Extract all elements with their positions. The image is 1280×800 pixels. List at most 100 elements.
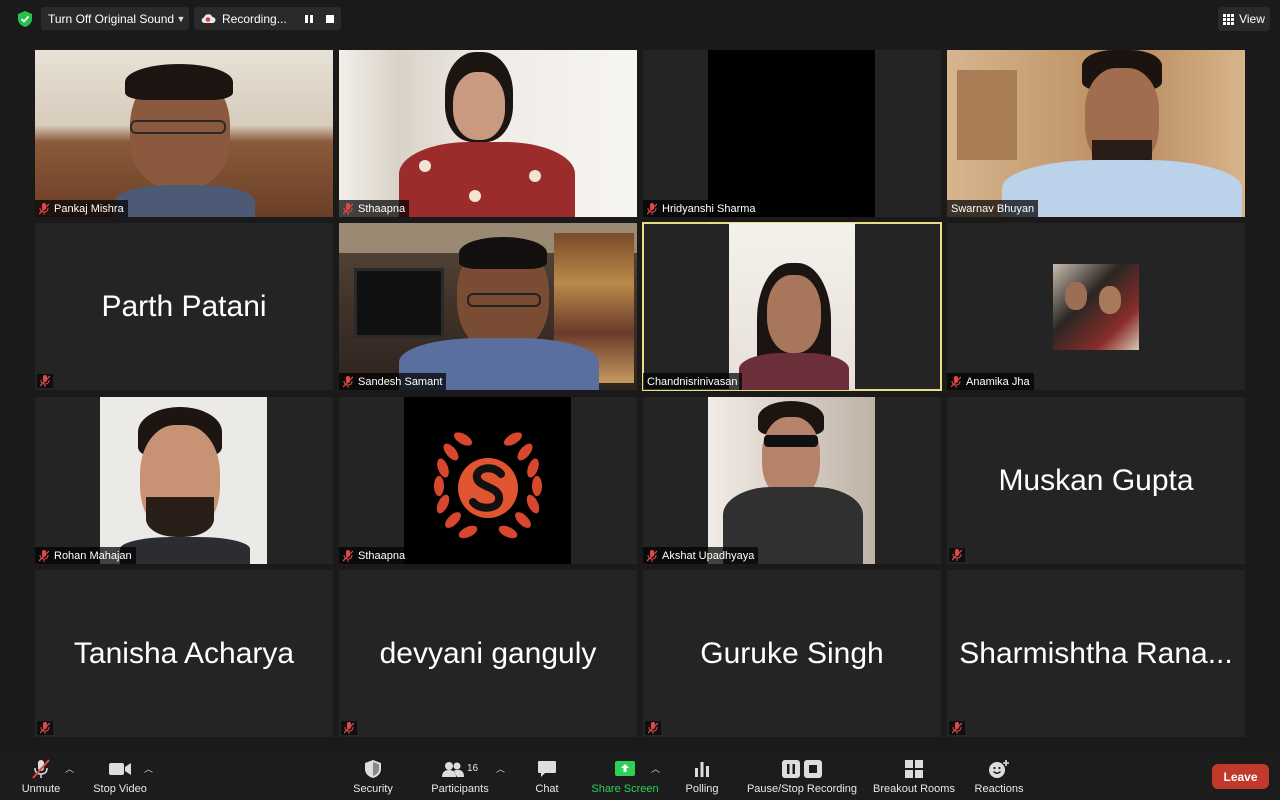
participant-tile[interactable]: Muskan Gupta [947,397,1245,564]
participant-display-name: Parth Patani [101,289,267,323]
recording-label: Recording... [222,11,287,26]
pause-stop-recording-label: Pause/Stop Recording [746,782,858,795]
participant-display-name: Sharmishtha Rana... [959,636,1233,670]
security-button[interactable]: Security [346,752,400,800]
reactions-label: Reactions [974,782,1024,795]
participant-name-label: Akshat Upadhyaya [643,547,759,564]
participant-tile[interactable]: Sharmishtha Rana... [947,570,1245,737]
participant-tile[interactable]: devyani ganguly [339,570,637,737]
participant-name: Rohan Mahajan [54,549,132,562]
muted-mic-icon [645,202,659,215]
chat-bubble-icon [537,758,557,780]
muted-mic-icon [949,721,965,735]
participant-name-label: Sandesh Samant [339,373,447,390]
chat-button[interactable]: Chat [526,752,568,800]
meeting-controls-toolbar: Unmute ︿ Stop Video ︿ Security 16 Partic… [0,752,1280,800]
participant-display-name: devyani ganguly [379,636,597,670]
meeting-top-bar: Turn Off Original Sound ▼ Recording... V… [0,0,1280,40]
share-screen-arrow-icon [614,758,636,780]
original-sound-button[interactable]: Turn Off Original Sound ▼ [41,7,189,30]
participant-name: Swarnav Bhuyan [951,202,1035,215]
breakout-rooms-button[interactable]: Breakout Rooms [870,752,958,800]
muted-mic-icon [37,202,51,215]
view-label: View [1239,12,1265,26]
participants-icon: 16 [441,758,479,780]
encryption-shield-icon[interactable] [14,8,36,30]
reactions-button[interactable]: Reactions [970,752,1028,800]
participant-tile[interactable]: Akshat Upadhyaya [643,397,941,564]
participant-name-label: Chandnisrinivasan [643,373,742,390]
pause-stop-recording-button[interactable]: Pause/Stop Recording [744,752,860,800]
recording-indicator: Recording... [194,7,341,30]
share-screen-button[interactable]: Share Screen [588,752,662,800]
participant-name: Hridyanshi Sharma [662,202,756,215]
participant-name: Pankaj Mishra [54,202,124,215]
muted-mic-icon [645,549,659,562]
pause-stop-icons [782,758,822,780]
audio-options-chevron-up-icon[interactable]: ︿ [65,762,74,775]
participant-tile[interactable]: Sthaapna [339,397,637,564]
participant-tile[interactable]: Parth Patani [35,223,333,390]
grid-view-icon [1223,13,1235,25]
muted-mic-icon [645,721,661,735]
muted-mic-icon [341,375,355,388]
view-button[interactable]: View [1218,7,1270,31]
chevron-down-icon[interactable]: ▼ [173,14,189,24]
unmute-label: Unmute [21,782,61,795]
participant-name: Sthaapna [358,202,406,215]
participants-count: 16 [466,763,479,774]
stop-recording-icon[interactable] [320,14,341,23]
participant-tile-active-speaker[interactable]: Chandnisrinivasan [642,222,942,391]
cloud-recording-icon [194,13,216,24]
participant-name: Sandesh Samant [358,375,443,388]
participant-tile[interactable]: Anamika Jha [947,223,1245,390]
participant-name: Sthaapna [358,549,406,562]
shield-icon [364,758,382,780]
video-camera-icon [108,758,132,780]
participant-video [100,397,267,564]
participant-video [35,50,333,217]
share-screen-label: Share Screen [591,782,659,795]
breakout-rooms-grid-icon [905,758,923,780]
participant-tile[interactable]: Tanisha Acharya [35,570,333,737]
muted-mic-icon [37,721,53,735]
participant-tile[interactable]: Hridyanshi Sharma [643,50,941,217]
participant-name-label: Hridyanshi Sharma [643,200,760,217]
stop-video-button[interactable]: Stop Video [88,752,152,800]
pause-recording-icon[interactable] [298,14,319,23]
participant-name-label: Pankaj Mishra [35,200,128,217]
chat-label: Chat [535,782,559,795]
participants-button[interactable]: 16 Participants [426,752,494,800]
participant-name: Anamika Jha [966,375,1030,388]
muted-mic-icon [949,548,965,562]
participant-video [339,50,637,217]
polling-button[interactable]: Polling [680,752,724,800]
participant-name-label: Anamika Jha [947,373,1034,390]
participant-video [947,50,1245,217]
unmute-button[interactable]: Unmute [14,752,68,800]
participant-tile[interactable]: Swarnav Bhuyan [947,50,1245,217]
participant-name: Chandnisrinivasan [647,375,738,388]
participant-video [339,223,637,390]
share-options-chevron-up-icon[interactable]: ︿ [651,762,660,775]
participant-tile[interactable]: Pankaj Mishra [35,50,333,217]
muted-mic-icon [341,202,355,215]
sthaapna-logo-image [404,397,571,564]
participant-video [708,397,875,564]
original-sound-label: Turn Off Original Sound [48,11,175,26]
participant-tile[interactable]: Rohan Mahajan [35,397,333,564]
participants-chevron-up-icon[interactable]: ︿ [496,762,505,775]
participant-tile[interactable]: Sandesh Samant [339,223,637,390]
muted-mic-icon [341,721,357,735]
participant-video [729,223,855,390]
participant-display-name: Muskan Gupta [998,463,1194,497]
participant-tile[interactable]: Guruke Singh [643,570,941,737]
participant-name-label: Sthaapna [339,200,410,217]
participant-avatar-image [1053,264,1139,350]
video-options-chevron-up-icon[interactable]: ︿ [144,762,153,775]
smiley-plus-icon [988,758,1010,780]
leave-button[interactable]: Leave [1212,764,1269,789]
participant-display-name: Guruke Singh [700,636,884,670]
participant-tile[interactable]: Sthaapna [339,50,637,217]
stop-video-label: Stop Video [93,782,147,795]
